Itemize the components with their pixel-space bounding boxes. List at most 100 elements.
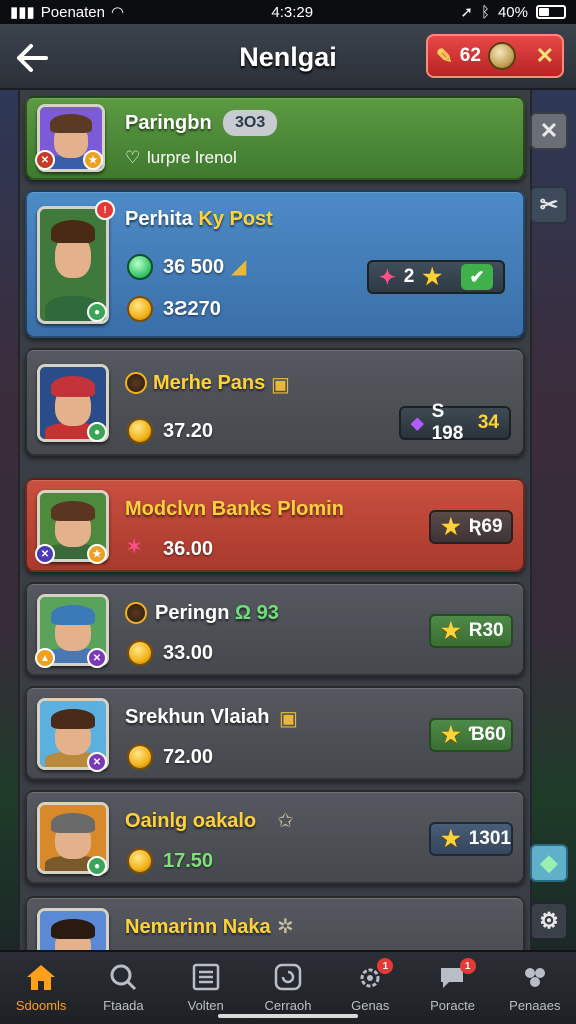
list-item[interactable]: ✕ ★ Modclvn Banks Plomin ✶ 36.00 ★ Ʀ69 [25,478,525,572]
player-name: Srekhun Vlaiah [125,706,270,728]
lock-icon: ▲ [35,648,55,668]
list-item[interactable]: Nemarinn Naka ✲ [25,896,525,950]
star-burst-icon: ✶ [125,534,144,559]
coin-icon [127,744,153,770]
reward-pill[interactable]: ★ Ɓ60 [429,718,513,752]
player-subtitle: lurpre lrenol [147,148,237,167]
star-icon: ★ [441,722,461,747]
nav-item-group[interactable]: Penaaes [494,952,576,1024]
list-item[interactable]: ● Merhe Pans ▣ 37.20 ⬥ S 198 34 [25,348,525,456]
coin-value: 72.00 [163,746,214,768]
player-name: Perhita Ky Post [125,208,273,230]
gem-icon [127,254,153,280]
nav-item-search[interactable]: Ftaada [82,952,164,1024]
coin-icon [127,418,153,444]
online-badge-icon: ● [87,422,107,442]
player-name: Merhe Pans [153,372,266,394]
star-icon: ★ [441,618,461,643]
star-outline-icon: ✩ [277,810,294,832]
list-item[interactable]: ! ● Perhita Ky Post 36 500 ◢ 3Ƨ270 ✦ 2 ★… [25,190,525,338]
reward-pill[interactable]: ⬥ S 198 34 [399,401,511,444]
player-name: Paringbn [125,112,212,134]
back-button[interactable] [12,38,52,78]
online-badge-icon: ● [87,856,107,876]
nav-item-chat[interactable]: 1 Poracte [411,952,493,1024]
coin-icon [127,296,153,322]
rank-badge-icon: ★ [83,150,103,170]
list-item[interactable]: ● Oainlg oakalo ✩ 17.50 ★ 1301 [25,790,525,884]
gem-shop-button[interactable]: ◆ [530,844,568,882]
avatar [37,908,109,950]
list-item[interactable]: ▲ ✕ Peringn Ω 93 33.00 ★ R30 [25,582,525,676]
medal-icon [125,602,147,624]
gear-icon: ✲ [277,916,294,938]
reward-pill[interactable]: ★ R30 [429,614,513,648]
nav-item-home[interactable]: Sdoomls [0,952,82,1024]
gem-value: 36 500 [163,256,225,278]
level-tag: 3O3 [223,110,278,136]
player-name: Oainlg oakalo [125,810,257,832]
ruby-icon: ✦ [379,266,396,289]
player-name: Peringn Ω 93 [155,602,279,624]
header-currency-badge[interactable]: ✎ 62 ✕ [426,34,564,78]
arrow-left-icon [17,44,48,72]
class-badge-icon: ✕ [35,544,55,564]
battery-percent: 40% [497,3,528,21]
coin-value: 33.00 [163,642,214,664]
notification-badge: 1 [377,958,394,974]
status-bar: ▮▮▮ Poenaten ◠ 4:3:29 ➚ ᛒ 40% [0,0,576,24]
reward-pill[interactable]: ★ 1301 [429,822,513,856]
list-item[interactable]: ✕ ★ Paringbn 3O3 ♡ lurpre lrenol [25,96,525,180]
home-indicator [218,1014,358,1018]
medal-icon [487,42,516,70]
coin-icon [127,848,153,874]
location-icon: ➚ [460,4,473,21]
close-icon[interactable]: ✕ [536,43,554,69]
player-list[interactable]: ✕ ★ Paringbn 3O3 ♡ lurpre lrenol ! ● Per… [18,90,532,950]
group-icon [524,968,545,987]
tools-button[interactable]: ✂ [530,186,568,224]
coin-value: 17.50 [163,850,214,872]
alert-badge-icon: ! [95,200,115,220]
home-icon [27,965,56,990]
notification-badge: 1 [459,958,476,974]
class-badge-icon: ✕ [87,752,107,772]
battery-icon [536,5,566,19]
player-name: Nemarinn Naka [125,916,271,938]
reward-pill[interactable]: ★ Ʀ69 [429,510,513,544]
reward-count: 2 [403,266,415,287]
class-badge-icon: ✕ [35,150,55,170]
clock: 4:3:29 [271,3,314,21]
medal-icon [125,372,147,394]
chest-icon: ▣ [279,708,298,730]
list-icon [192,963,219,991]
refresh-icon [274,963,302,991]
shield-icon: ♡ [125,148,141,167]
settings-button[interactable]: ⚙ [530,902,568,940]
bottom-nav: Sdoomls Ftaada Volten Cerraoh 1 Genas 1 … [0,950,576,1024]
ticket-icon: ✎ [436,45,453,68]
coin-icon [127,640,153,666]
reward-pill[interactable]: ✦ 2 ★ ✔ [367,260,505,294]
potion-icon: ⬥ [411,412,424,433]
signal-icon: ▮▮▮ [10,4,35,21]
close-button[interactable]: ✕ [530,112,568,150]
score-value: 36.00 [163,538,214,560]
carrier-name: Poenaten [40,3,105,21]
coin-value: 37.20 [163,420,214,442]
star-icon: ★ [441,514,461,539]
star-icon: ★ [441,826,461,851]
badge-count: 62 [459,45,481,66]
class-badge-icon: ✕ [87,648,107,668]
star-icon: ★ [422,264,443,289]
online-badge-icon: ● [87,302,107,322]
search-icon [110,964,137,991]
top-bar: Nenlgai ✎ 62 ✕ [0,24,576,90]
chest-icon: ▣ [271,374,290,396]
game-screen: ▮▮▮ Poenaten ◠ 4:3:29 ➚ ᛒ 40% Nenlgai ✎ … [0,0,576,1024]
rank-badge-icon: ★ [87,544,107,564]
player-name: Modclvn Banks Plomin [125,498,344,520]
list-item[interactable]: ✕ Srekhun Vlaiah ▣ 72.00 ★ Ɓ60 [25,686,525,780]
check-icon[interactable]: ✔ [461,264,493,290]
bluetooth-icon: ᛒ [480,3,490,21]
